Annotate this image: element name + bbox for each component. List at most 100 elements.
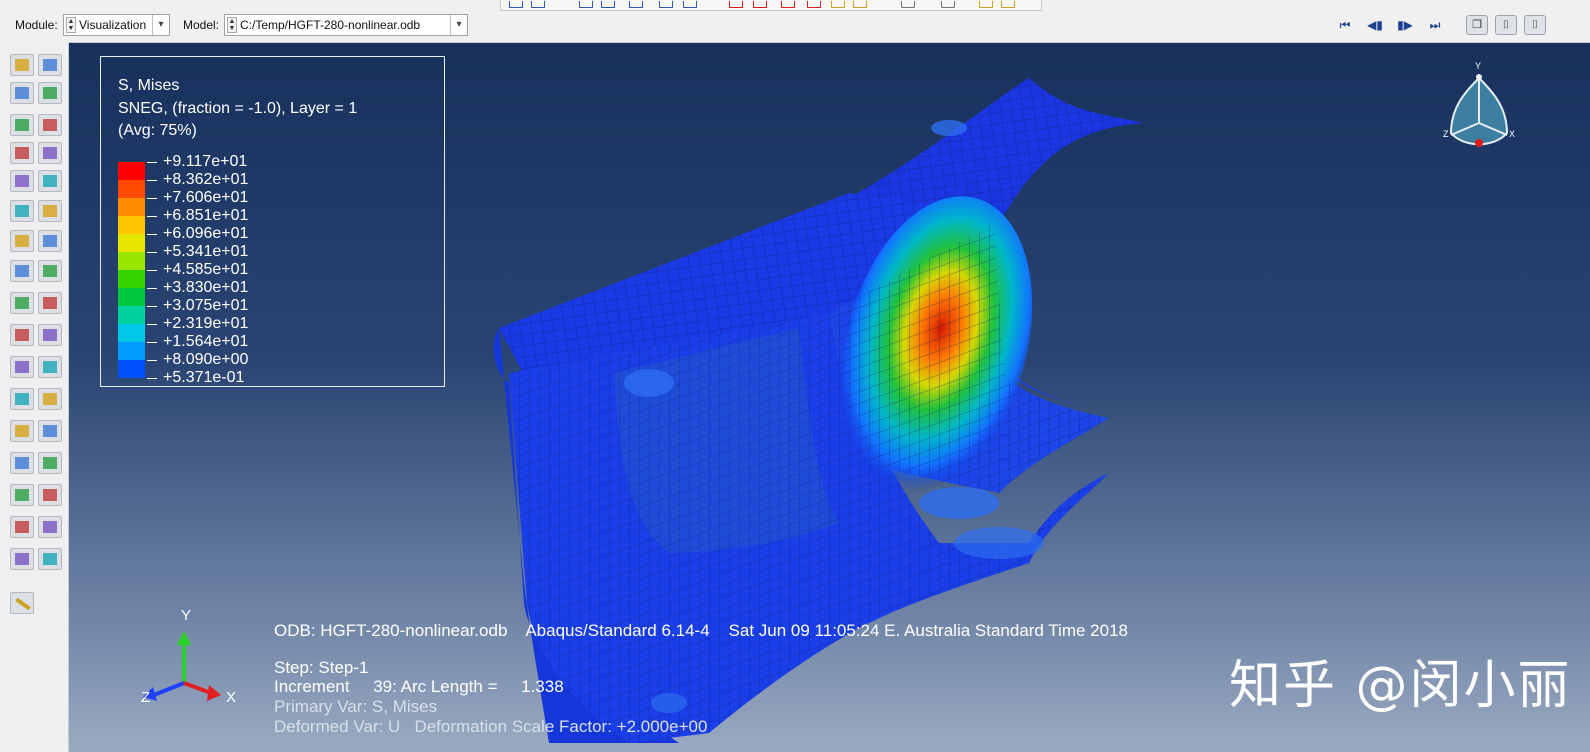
render-tool-icon[interactable] (901, 1, 915, 8)
toolbox-button[interactable] (10, 484, 34, 506)
legend-value: +5.341e+01 (163, 243, 249, 260)
legend-value: +6.851e+01 (163, 207, 249, 224)
query-tool-icon[interactable] (781, 1, 795, 8)
query-tool-icon[interactable] (753, 1, 767, 8)
query-tool-icon[interactable] (729, 1, 743, 8)
toolbox-button[interactable] (38, 324, 62, 346)
legend-tick (147, 162, 157, 163)
legend-swatch (118, 324, 145, 342)
toolbox-button[interactable] (10, 292, 34, 314)
toolbox-button[interactable] (38, 114, 62, 136)
camera-button[interactable]: ⌷ (1524, 15, 1546, 35)
toolbox-button[interactable] (10, 516, 34, 538)
toolbox-button[interactable] (38, 142, 62, 164)
spin-icon[interactable]: ▲ ▼ (66, 17, 76, 33)
pencil-icon (15, 597, 31, 611)
toolbox-button[interactable] (38, 200, 62, 222)
toolbox-button[interactable] (10, 260, 34, 282)
toolbox-button[interactable] (38, 388, 62, 410)
toolbox-button[interactable] (38, 260, 62, 282)
legend-value: +8.090e+00 (163, 351, 249, 368)
toolbox-button[interactable] (10, 324, 34, 346)
toolbox-button[interactable] (38, 452, 62, 474)
legend-title: S, Mises (118, 77, 180, 94)
view-tool-icon[interactable] (531, 1, 545, 8)
toolbox-button[interactable] (38, 82, 62, 104)
toolbox-button[interactable] (38, 230, 62, 252)
render-tool-icon[interactable] (941, 1, 955, 8)
toolbox-button[interactable] (10, 356, 34, 378)
tool-icon (43, 87, 57, 99)
view-tool-icon[interactable] (629, 1, 643, 8)
view-tool-icon[interactable] (601, 1, 615, 8)
tool-icon (15, 297, 29, 309)
chevron-down-icon[interactable]: ▾ (450, 15, 467, 35)
tool-icon (43, 521, 57, 533)
render-tool-icon[interactable] (979, 1, 993, 8)
toolbox-button[interactable] (10, 592, 34, 614)
legend-value: +3.075e+01 (163, 297, 249, 314)
toolbox-button[interactable] (38, 356, 62, 378)
toolbox-button[interactable] (10, 452, 34, 474)
legend-value: +5.371e-01 (163, 369, 245, 386)
toolbox-button[interactable] (38, 484, 62, 506)
next-frame-button[interactable]: ▮▶ (1395, 16, 1415, 34)
snapshot-button[interactable]: ⌷ (1495, 15, 1517, 35)
tool-icon (43, 457, 57, 469)
tool-icon (43, 393, 57, 405)
view-tool-icon[interactable] (683, 1, 697, 8)
toolbox-button[interactable] (10, 200, 34, 222)
legend-swatch (118, 180, 145, 198)
view-cube[interactable]: Y Z X (1439, 61, 1519, 168)
toolbox-button[interactable] (38, 516, 62, 538)
toolbox-button[interactable] (10, 170, 34, 192)
legend-tick (147, 198, 157, 199)
legend-value: +7.606e+01 (163, 189, 249, 206)
view-tool-icon[interactable] (579, 1, 593, 8)
copy-view-button[interactable]: ❐ (1466, 15, 1488, 35)
module-value: Visualization (79, 18, 147, 32)
spin-icon[interactable]: ▲ ▼ (227, 17, 237, 33)
tool-icon (15, 329, 29, 341)
model-select[interactable]: ▲ ▼ C:/Temp/HGFT-280-nonlinear.odb ▾ (224, 14, 468, 36)
legend-value: +2.319e+01 (163, 315, 249, 332)
legend-tick (147, 342, 157, 343)
triad-y-label: Y (181, 607, 192, 624)
toolbox-button[interactable] (38, 54, 62, 76)
legend-tick (147, 378, 157, 379)
toolbox-button[interactable] (10, 142, 34, 164)
tool-icon (43, 119, 57, 131)
tool-icon (15, 393, 29, 405)
last-frame-button[interactable]: ⏭ (1425, 16, 1445, 34)
legend-tick (147, 270, 157, 271)
render-tool-icon[interactable] (1001, 1, 1015, 8)
query-tool-icon[interactable] (807, 1, 821, 8)
toolbox-button[interactable] (10, 114, 34, 136)
toolbox-button[interactable] (10, 388, 34, 410)
toolbox-button[interactable] (10, 230, 34, 252)
toolbox-button[interactable] (38, 170, 62, 192)
toolbox-button[interactable] (38, 548, 62, 570)
render-tool-icon[interactable] (831, 1, 845, 8)
viewport[interactable]: S, Mises SNEG, (fraction = -1.0), Layer … (69, 43, 1590, 752)
render-tool-icon[interactable] (853, 1, 867, 8)
camera-icon: ⌷ (1502, 19, 1510, 31)
legend-value: +8.362e+01 (163, 171, 249, 188)
axis-triad: Y Z X (129, 607, 239, 718)
previous-frame-button[interactable]: ◀▮ (1365, 16, 1385, 34)
chevron-down-icon[interactable]: ▾ (152, 15, 169, 35)
first-frame-button[interactable]: ⏮ (1335, 16, 1355, 34)
model-value: C:/Temp/HGFT-280-nonlinear.odb (240, 18, 421, 32)
toolbox-button[interactable] (10, 54, 34, 76)
view-tool-icon[interactable] (659, 1, 673, 8)
legend-swatch (118, 216, 145, 234)
view-tool-icon[interactable] (509, 1, 523, 8)
toolbox-button[interactable] (10, 82, 34, 104)
tool-icon (43, 59, 57, 71)
legend-swatch (118, 234, 145, 252)
toolbox-button[interactable] (38, 420, 62, 442)
toolbox-button[interactable] (10, 548, 34, 570)
module-select[interactable]: ▲ ▼ Visualization ▾ (63, 14, 170, 36)
toolbox-button[interactable] (38, 292, 62, 314)
toolbox-button[interactable] (10, 420, 34, 442)
